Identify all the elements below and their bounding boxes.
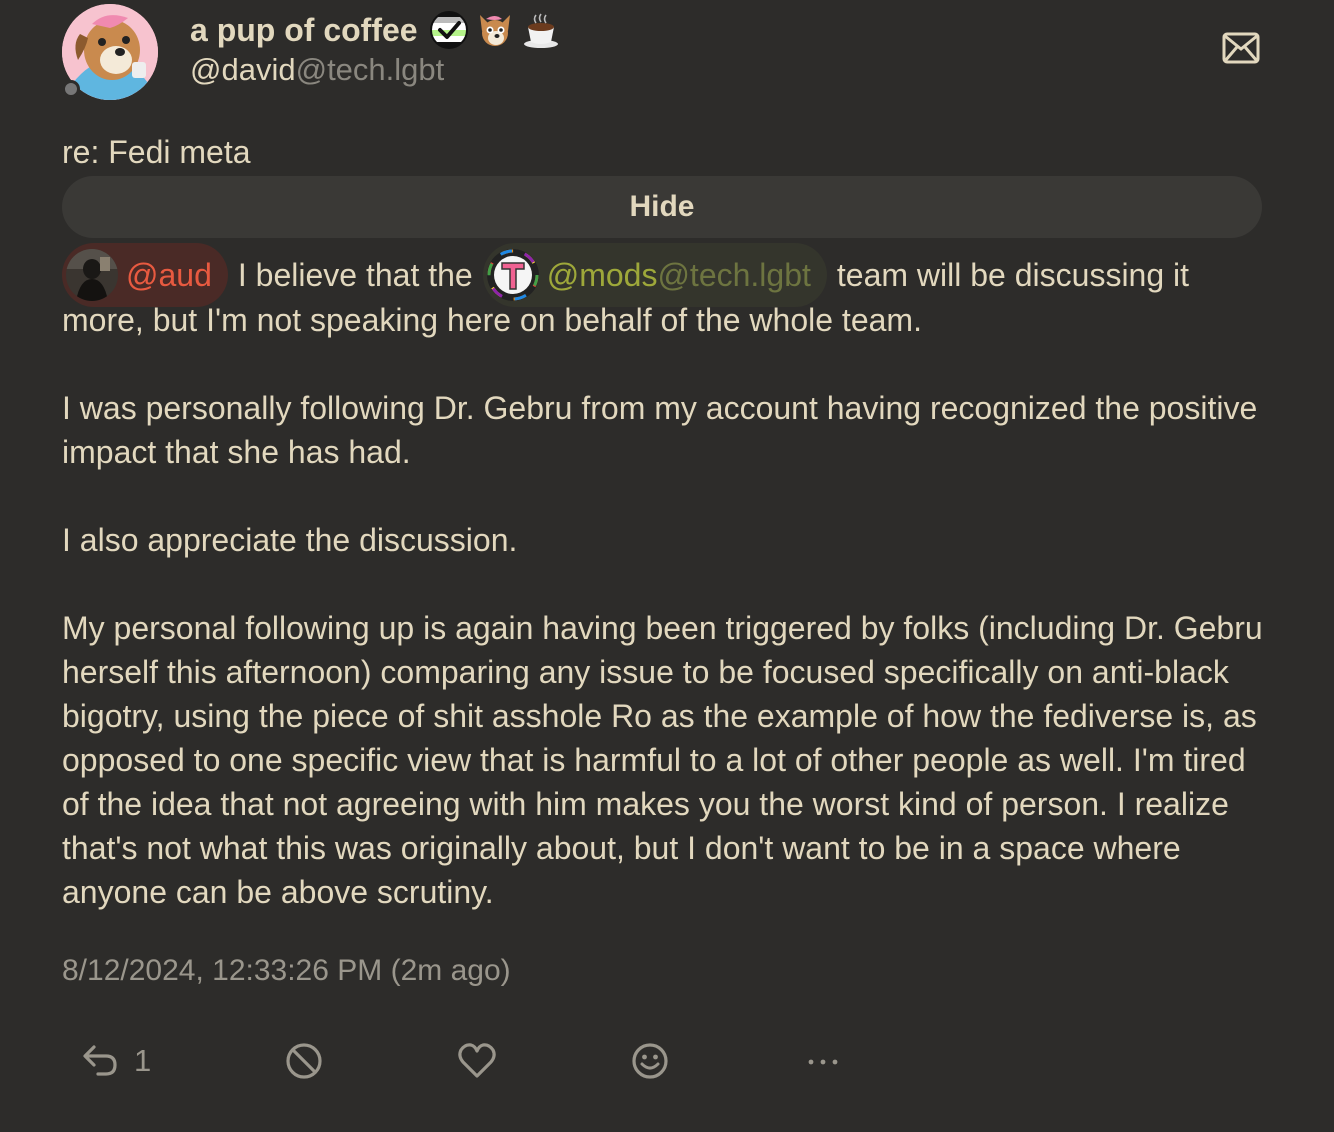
heart-icon	[456, 1041, 498, 1081]
reply-count: 1	[134, 1043, 152, 1078]
more-icon	[806, 1041, 840, 1081]
more-button[interactable]	[806, 1036, 840, 1086]
note-paragraph-2: I was personally following Dr. Gebru fro…	[62, 390, 1258, 470]
note-card: a pup of coffee @david@tech.lgbt re: Fed…	[0, 0, 1334, 1132]
mention-aud-avatar	[66, 249, 118, 301]
content-warning: re: Fedi meta	[62, 134, 251, 170]
author-username: @david	[190, 52, 296, 87]
author-avatar[interactable]	[62, 4, 158, 100]
author-handle[interactable]: @david@tech.lgbt	[190, 52, 444, 88]
mention-mods-avatar	[486, 249, 539, 301]
presence-indicator	[62, 80, 80, 98]
agender-check-emoji	[429, 11, 468, 49]
emoji-reaction-icon	[630, 1041, 670, 1081]
like-button[interactable]	[456, 1036, 498, 1086]
mention-mods-label: @mods@tech.lgbt	[546, 257, 811, 293]
mention-aud-label: @aud	[126, 257, 212, 293]
author-display-name[interactable]: a pup of coffee	[190, 12, 418, 49]
renote-button[interactable]	[284, 1036, 324, 1086]
coffee-cup-emoji	[522, 11, 560, 49]
reply-icon	[80, 1041, 120, 1081]
note-text-3: more, but I'm not speaking here on behal…	[62, 302, 922, 338]
note-body: @aud I believe that the @mods@tech.lgbt …	[62, 240, 1272, 914]
note-text-2: team will be discussing it	[836, 257, 1190, 293]
envelope-icon[interactable]	[1222, 32, 1260, 64]
author-name-row: a pup of coffee	[190, 8, 560, 52]
pup-face-emoji	[476, 11, 514, 49]
renote-disabled-icon	[284, 1041, 324, 1081]
note-timestamp[interactable]: 8/12/2024, 12:33:26 PM (2m ago)	[62, 954, 511, 988]
reply-button[interactable]: 1	[80, 1036, 151, 1086]
hide-button[interactable]: Hide	[62, 176, 1262, 238]
reaction-button[interactable]	[630, 1036, 670, 1086]
note-text-1: I believe that the	[237, 257, 473, 293]
note-paragraph-4: My personal following up is again having…	[62, 610, 1263, 910]
note-paragraph-3: I also appreciate the discussion.	[62, 522, 518, 558]
author-host: @tech.lgbt	[295, 52, 445, 87]
